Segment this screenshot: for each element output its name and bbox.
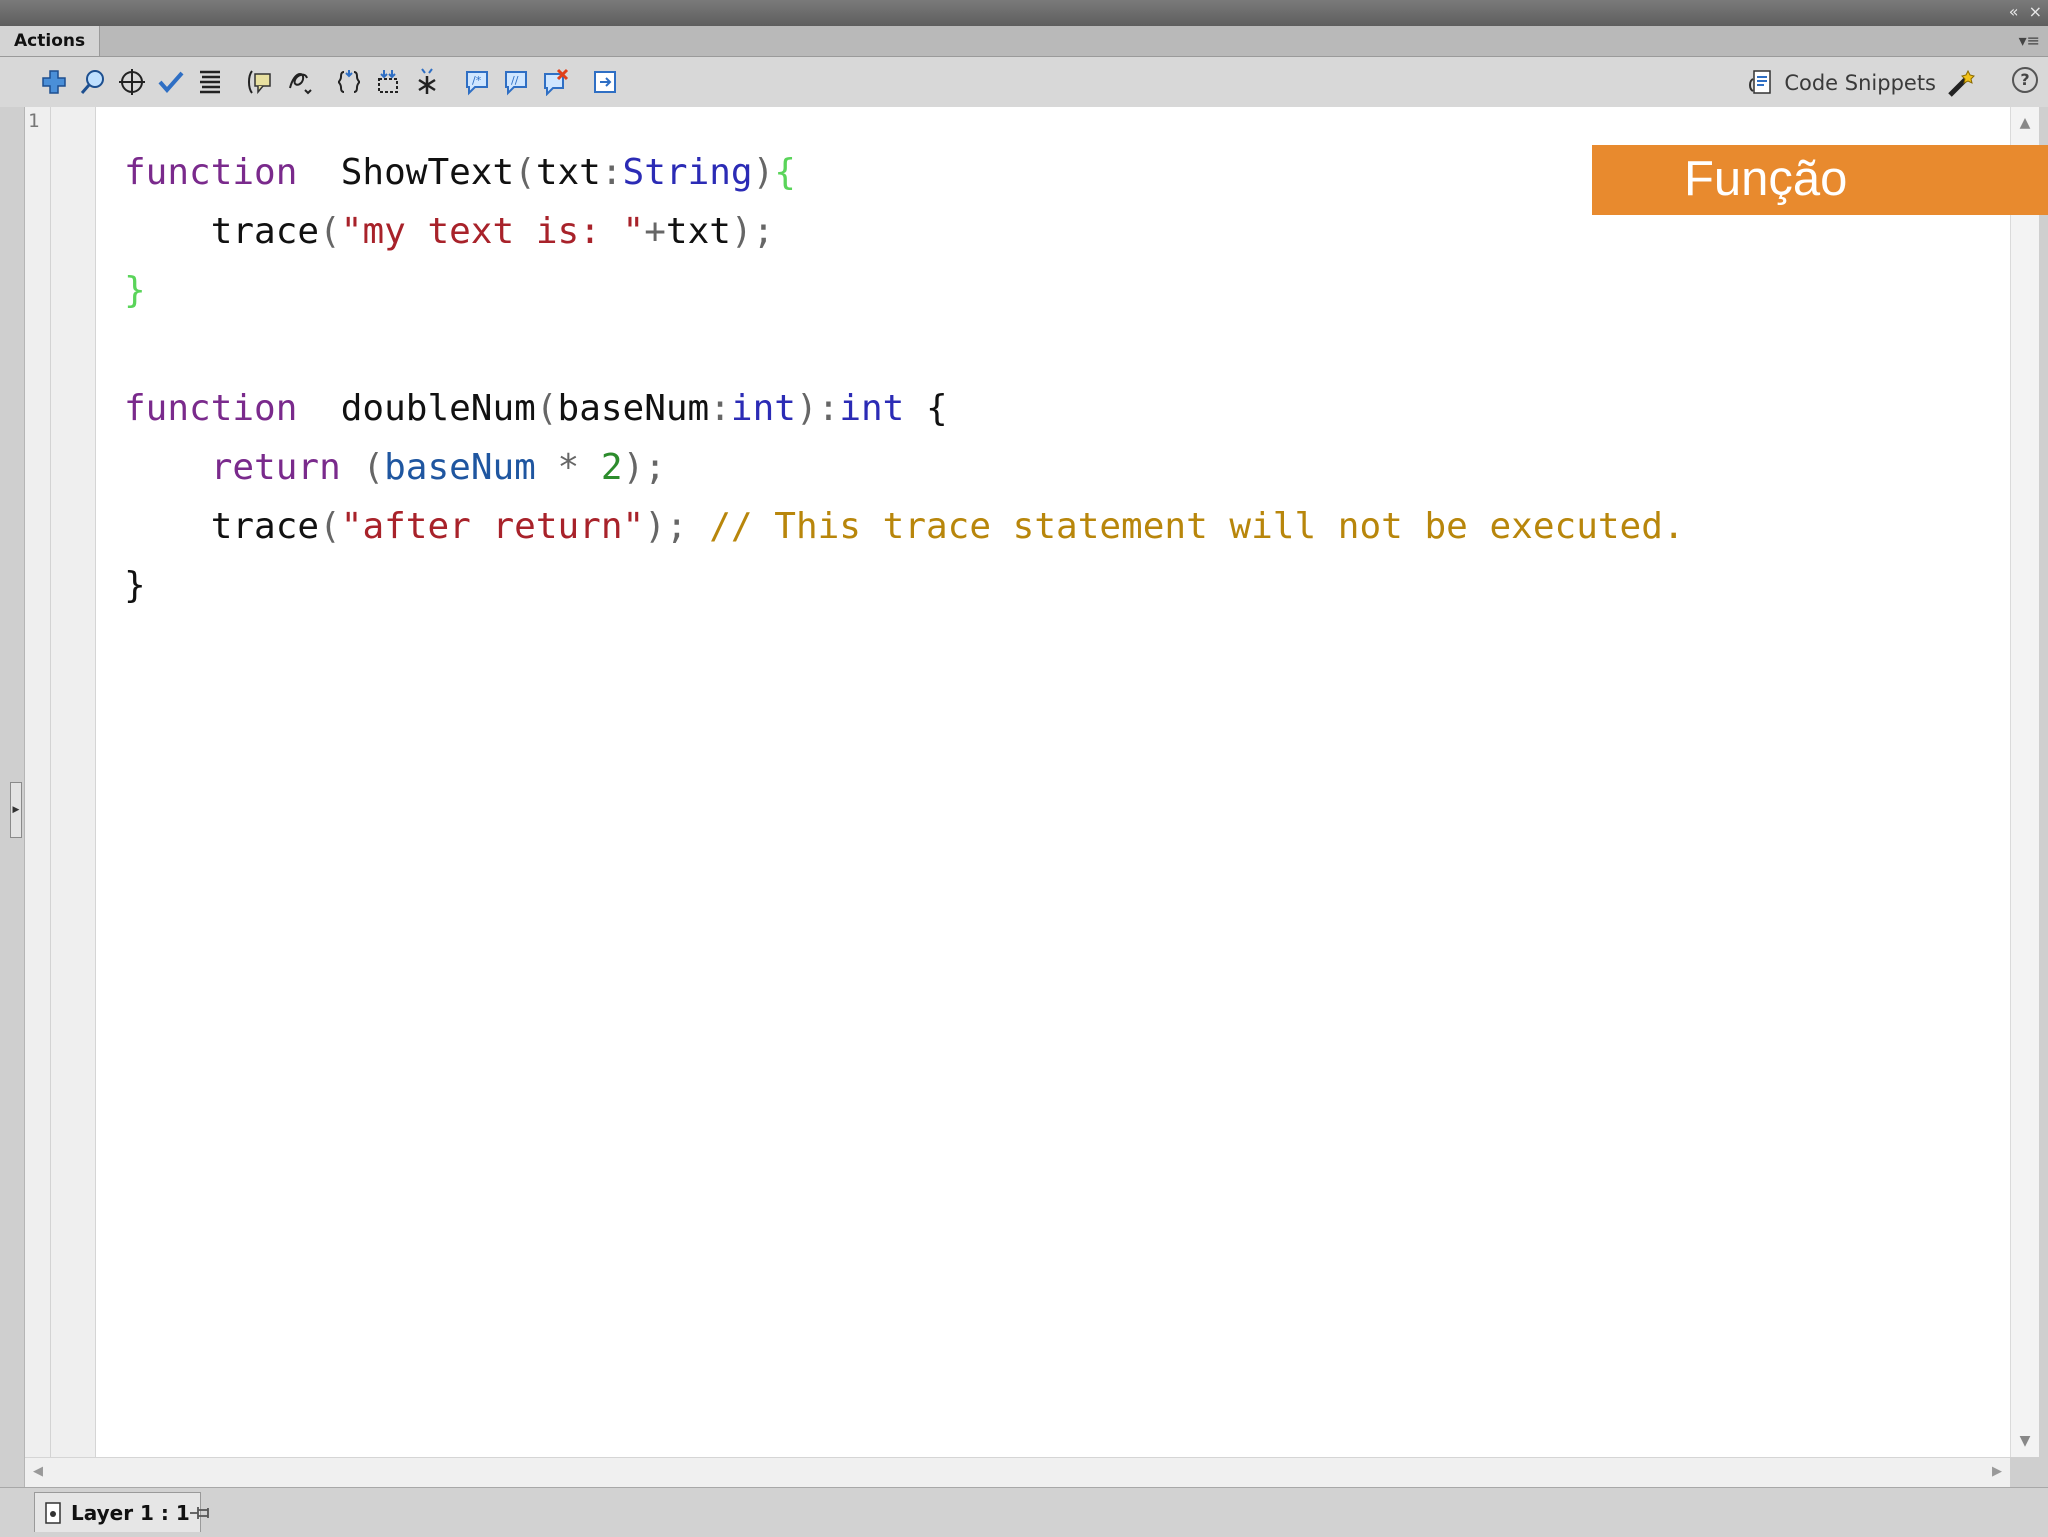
remove-comment-icon[interactable]	[539, 66, 571, 98]
gutter-rule	[50, 107, 51, 1457]
add-script-item-icon[interactable]	[38, 66, 70, 98]
close-panel-icon[interactable]: ×	[2029, 3, 2042, 21]
keyword: function	[124, 388, 298, 429]
panel-menu-icon[interactable]: ▾≡	[2019, 31, 2040, 50]
line-number-gutter	[25, 107, 96, 1457]
collapse-selection-icon[interactable]	[372, 66, 404, 98]
return-type: int	[839, 388, 905, 429]
parameter: txt	[535, 152, 601, 193]
svg-text:/*: /*	[472, 74, 482, 87]
target-path-icon[interactable]	[116, 66, 148, 98]
type-name: int	[730, 388, 796, 429]
apply-line-comment-icon[interactable]: //	[500, 66, 532, 98]
variable: txt	[665, 211, 731, 252]
code-snippets-button[interactable]: Code Snippets	[1748, 67, 1978, 99]
horizontal-scrollbar[interactable]: ◀ ▶	[25, 1457, 2010, 1488]
variable: baseNum	[384, 447, 536, 488]
code-hint-icon[interactable]	[244, 66, 276, 98]
layer-script-tab[interactable]: Layer 1 : 1	[34, 1492, 201, 1532]
line-number: 1	[28, 110, 40, 132]
actions-toolbar: /* // Code Snippets ?	[0, 57, 2048, 107]
auto-format-icon[interactable]	[194, 66, 226, 98]
code-block[interactable]: function ShowText(txt:String){ trace("my…	[124, 143, 1685, 615]
scroll-up-icon[interactable]: ▲	[2011, 115, 2039, 131]
toolbox-collapse-handle[interactable]: ▶	[10, 782, 22, 838]
layer-label: Layer 1 : 1	[71, 1500, 190, 1525]
code-snippets-icon	[1749, 70, 1772, 94]
find-icon[interactable]	[77, 66, 109, 98]
svg-text://: //	[511, 74, 519, 87]
scroll-right-icon[interactable]: ▶	[1992, 1464, 2002, 1479]
collapse-panel-icon[interactable]: «	[2009, 3, 2019, 21]
parameter: baseNum	[557, 388, 710, 429]
string-literal: "my text is: "	[340, 211, 645, 252]
function-name: ShowText	[340, 152, 515, 193]
check-syntax-icon[interactable]	[155, 66, 187, 98]
banner-text: Função	[1684, 152, 1848, 206]
show-hide-toolbox-icon[interactable]	[589, 66, 621, 98]
number-literal: 2	[600, 447, 623, 488]
brace-open: {	[774, 152, 796, 193]
scroll-left-icon[interactable]: ◀	[33, 1464, 43, 1479]
panel-tab-strip: Actions ▾≡	[0, 26, 2048, 57]
function-name: doubleNum	[340, 388, 536, 429]
window-controls: « ×	[2009, 3, 2042, 21]
code-comment: // This trace statement will not be exec…	[709, 506, 1685, 547]
code-snippets-label: Code Snippets	[1784, 71, 1936, 95]
pin-script-icon[interactable]	[188, 1502, 214, 1528]
function-call: trace	[210, 506, 320, 547]
debug-options-icon[interactable]	[283, 66, 315, 98]
toolbar-icon-group: /* //	[38, 66, 628, 98]
string-literal: "after return"	[340, 506, 645, 547]
apply-block-comment-icon[interactable]: /*	[461, 66, 493, 98]
function-call: trace	[210, 211, 320, 252]
script-file-icon	[45, 1501, 61, 1524]
collapse-between-braces-icon[interactable]	[333, 66, 365, 98]
return-keyword: return	[210, 447, 341, 488]
keyword: function	[124, 152, 298, 193]
brace-close: }	[124, 565, 146, 606]
panel-title-bar: « ×	[0, 0, 2048, 26]
title-banner: Função	[1592, 145, 2048, 215]
expand-all-icon[interactable]	[411, 66, 443, 98]
brace-close: }	[124, 270, 146, 311]
vertical-scrollbar[interactable]: ▲ ▼	[2010, 107, 2039, 1457]
help-icon[interactable]: ?	[2012, 67, 2038, 93]
tab-actions[interactable]: Actions	[0, 26, 101, 56]
brace-open: {	[926, 388, 948, 429]
wizard-wand-icon[interactable]	[1946, 67, 1978, 99]
script-navigator-bar: Layer 1 : 1	[0, 1487, 2048, 1537]
script-editor[interactable]: function ShowText(txt:String){ trace("my…	[96, 107, 2010, 1457]
scroll-down-icon[interactable]: ▼	[2011, 1433, 2039, 1449]
type-name: String	[622, 152, 753, 193]
